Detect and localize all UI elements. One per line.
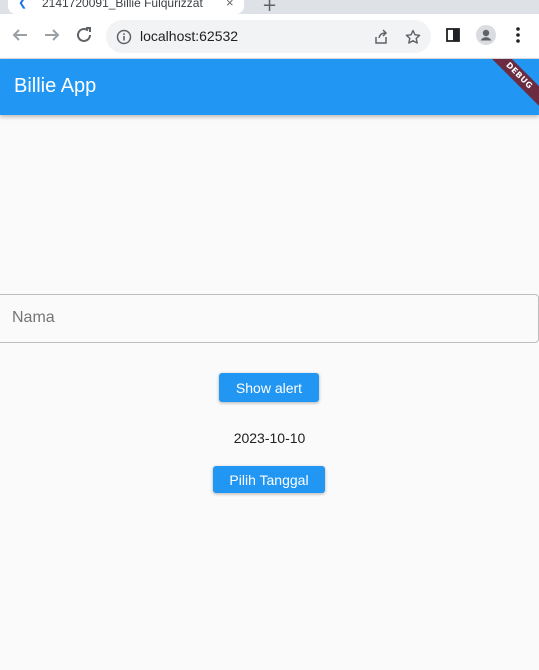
show-alert-button[interactable]: Show alert — [219, 373, 319, 402]
info-icon[interactable] — [114, 27, 134, 47]
reload-icon[interactable] — [74, 25, 94, 45]
url-text: localhost:62532 — [140, 28, 239, 44]
debug-banner: DEBUG — [478, 59, 539, 115]
pick-date-button[interactable]: Pilih Tanggal — [213, 466, 325, 493]
menu-dots-icon[interactable] — [508, 25, 528, 45]
name-input[interactable] — [10, 308, 514, 328]
profile-icon[interactable] — [476, 25, 496, 45]
app-title: Billie App — [14, 75, 97, 97]
app-bar: Billie App DEBUG — [0, 59, 539, 115]
tab-title: 2141720091_Billie Fulqurizzat — [42, 0, 203, 10]
browser-tab-strip: ❮ 2141720091_Billie Fulqurizzat × + — [0, 0, 539, 14]
address-bar[interactable]: localhost:62532 — [106, 20, 431, 53]
side-panel-icon[interactable] — [443, 25, 463, 45]
back-arrow-icon[interactable] — [10, 25, 30, 45]
forward-arrow-icon[interactable] — [42, 25, 62, 45]
star-icon[interactable] — [403, 27, 423, 47]
flutter-favicon-icon: ❮ — [18, 0, 28, 9]
new-tab-icon[interactable]: + — [262, 0, 277, 14]
browser-toolbar: localhost:62532 — [0, 14, 539, 59]
browser-tab[interactable]: ❮ 2141720091_Billie Fulqurizzat × — [8, 0, 244, 14]
name-field[interactable] — [0, 294, 539, 343]
selected-date-text: 2023-10-10 — [233, 430, 306, 446]
share-icon[interactable] — [371, 27, 391, 47]
tab-close-icon[interactable]: × — [226, 0, 234, 10]
